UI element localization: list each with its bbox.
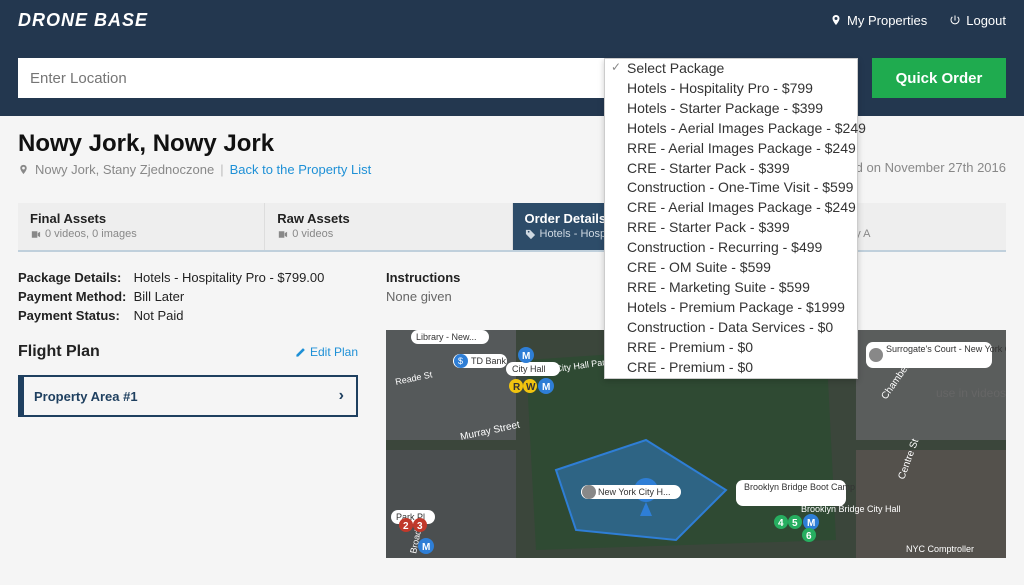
dropdown-item[interactable]: RRE - Marketing Suite - $599 xyxy=(605,278,857,298)
svg-text:3: 3 xyxy=(417,521,423,532)
dropdown-item[interactable]: RRE - Premium - $0 xyxy=(605,338,857,358)
svg-text:M: M xyxy=(807,518,815,529)
dropdown-item[interactable]: Hotels - Hospitality Pro - $799 xyxy=(605,79,857,99)
tab-title: Raw Assets xyxy=(277,211,499,226)
dropdown-item[interactable]: RRE - Aerial Images Package - $249 xyxy=(605,139,857,159)
logout-link[interactable]: Logout xyxy=(949,13,1006,28)
property-area-label: Property Area #1 xyxy=(34,389,138,404)
pencil-icon xyxy=(295,347,306,358)
logout-label: Logout xyxy=(966,13,1006,28)
dropdown-item[interactable]: Construction - Data Services - $0 xyxy=(605,318,857,338)
payment-method-detail: Payment Method: Bill Later xyxy=(18,289,358,304)
svg-text:R: R xyxy=(513,382,521,393)
dropdown-item[interactable]: CRE - OM Suite - $599 xyxy=(605,258,857,278)
svg-text:Library - New...: Library - New... xyxy=(416,332,477,342)
power-icon xyxy=(949,14,961,26)
tab-sub-text: 0 videos, 0 images xyxy=(45,228,137,240)
nav-right: My Properties Logout xyxy=(830,13,1006,28)
my-properties-link[interactable]: My Properties xyxy=(830,13,927,28)
svg-text:M: M xyxy=(542,382,550,393)
video-icon xyxy=(277,229,288,240)
tab-raw-assets[interactable]: Raw Assets 0 videos xyxy=(264,203,511,250)
details-left: Package Details: Hotels - Hospitality Pr… xyxy=(18,270,358,558)
brand-logo: DRONE BASE xyxy=(18,10,148,31)
dropdown-item[interactable]: Construction - One-Time Visit - $599 xyxy=(605,178,857,198)
tab-final-assets[interactable]: Final Assets 0 videos, 0 images xyxy=(18,203,264,250)
tab-subtitle: 0 videos, 0 images xyxy=(30,228,252,240)
updated-on: ated on November 27th 2016 xyxy=(838,160,1006,175)
tag-icon xyxy=(525,229,536,240)
svg-text:6: 6 xyxy=(806,531,812,542)
svg-text:W: W xyxy=(526,382,536,393)
pin-icon xyxy=(830,14,842,26)
tab-sub-text: 0 videos xyxy=(292,228,333,240)
search-bar: Quick Order Select Package Hotels - Hosp… xyxy=(0,40,1024,116)
dropdown-item[interactable]: Select Package xyxy=(605,59,857,79)
package-value: Hotels - Hospitality Pro - $799.00 xyxy=(134,270,325,285)
meta-divider: | xyxy=(220,162,223,177)
package-label: Package Details: xyxy=(18,270,130,285)
property-area-item[interactable]: Property Area #1 › xyxy=(18,375,358,417)
back-to-list-link[interactable]: Back to the Property List xyxy=(230,162,372,177)
pin-icon xyxy=(18,164,29,175)
svg-text:Brooklyn Bridge City Hall: Brooklyn Bridge City Hall xyxy=(801,504,901,514)
dropdown-item[interactable]: CRE - Aerial Images Package - $249 xyxy=(605,198,857,218)
svg-text:NYC Comptroller: NYC Comptroller xyxy=(906,544,974,554)
edit-plan-label: Edit Plan xyxy=(310,345,358,359)
payment-status-detail: Payment Status: Not Paid xyxy=(18,308,358,323)
dropdown-item[interactable]: Hotels - Aerial Images Package - $249 xyxy=(605,119,857,139)
svg-text:M: M xyxy=(422,542,430,553)
payment-method-value: Bill Later xyxy=(134,289,185,304)
flight-plan-header: Flight Plan Edit Plan xyxy=(18,343,358,361)
content: Nowy Jork, Nowy Jork Nowy Jork, Stany Zj… xyxy=(0,116,1024,558)
dropdown-item[interactable]: Hotels - Starter Package - $399 xyxy=(605,99,857,119)
svg-text:M: M xyxy=(522,351,530,362)
payment-method-label: Payment Method: xyxy=(18,289,130,304)
payment-status-label: Payment Status: xyxy=(18,308,130,323)
navbar: DRONE BASE My Properties Logout xyxy=(0,0,1024,40)
svg-text:New York City H...: New York City H... xyxy=(598,487,671,497)
svg-text:Surrogate's Court - New York C: Surrogate's Court - New York County xyxy=(886,344,1006,354)
my-properties-label: My Properties xyxy=(847,13,927,28)
dropdown-item[interactable]: Hotels - Premium Package - $1999 xyxy=(605,298,857,318)
svg-text:Brooklyn Bridge Boot Camp: Brooklyn Bridge Boot Camp xyxy=(744,482,855,492)
svg-text:2: 2 xyxy=(403,521,409,532)
dropdown-item[interactable]: CRE - Premium - $0 xyxy=(605,358,857,378)
package-dropdown[interactable]: Select Package Hotels - Hospitality Pro … xyxy=(604,58,858,379)
property-location: Nowy Jork, Stany Zjednoczone xyxy=(35,162,214,177)
edit-plan-link[interactable]: Edit Plan xyxy=(295,345,358,359)
tab-subtitle: 0 videos xyxy=(277,228,499,240)
use-in-videos-text: use in videos xyxy=(936,386,1006,400)
quick-order-button[interactable]: Quick Order xyxy=(872,58,1006,98)
flight-plan-heading: Flight Plan xyxy=(18,343,100,361)
payment-status-value: Not Paid xyxy=(134,308,184,323)
video-icon xyxy=(30,229,41,240)
package-detail: Package Details: Hotels - Hospitality Pr… xyxy=(18,270,358,285)
dropdown-item[interactable]: CRE - Starter Pack - $399 xyxy=(605,159,857,179)
dropdown-item[interactable]: RRE - Starter Pack - $399 xyxy=(605,218,857,238)
svg-text:City Hall: City Hall xyxy=(512,364,546,374)
chevron-right-icon: › xyxy=(339,387,344,405)
svg-text:$: $ xyxy=(458,356,463,366)
tab-title: Final Assets xyxy=(30,211,252,226)
svg-text:TD Bank: TD Bank xyxy=(471,356,507,366)
svg-text:4: 4 xyxy=(778,518,784,529)
svg-text:5: 5 xyxy=(792,518,798,529)
dropdown-item[interactable]: Construction - Recurring - $499 xyxy=(605,238,857,258)
